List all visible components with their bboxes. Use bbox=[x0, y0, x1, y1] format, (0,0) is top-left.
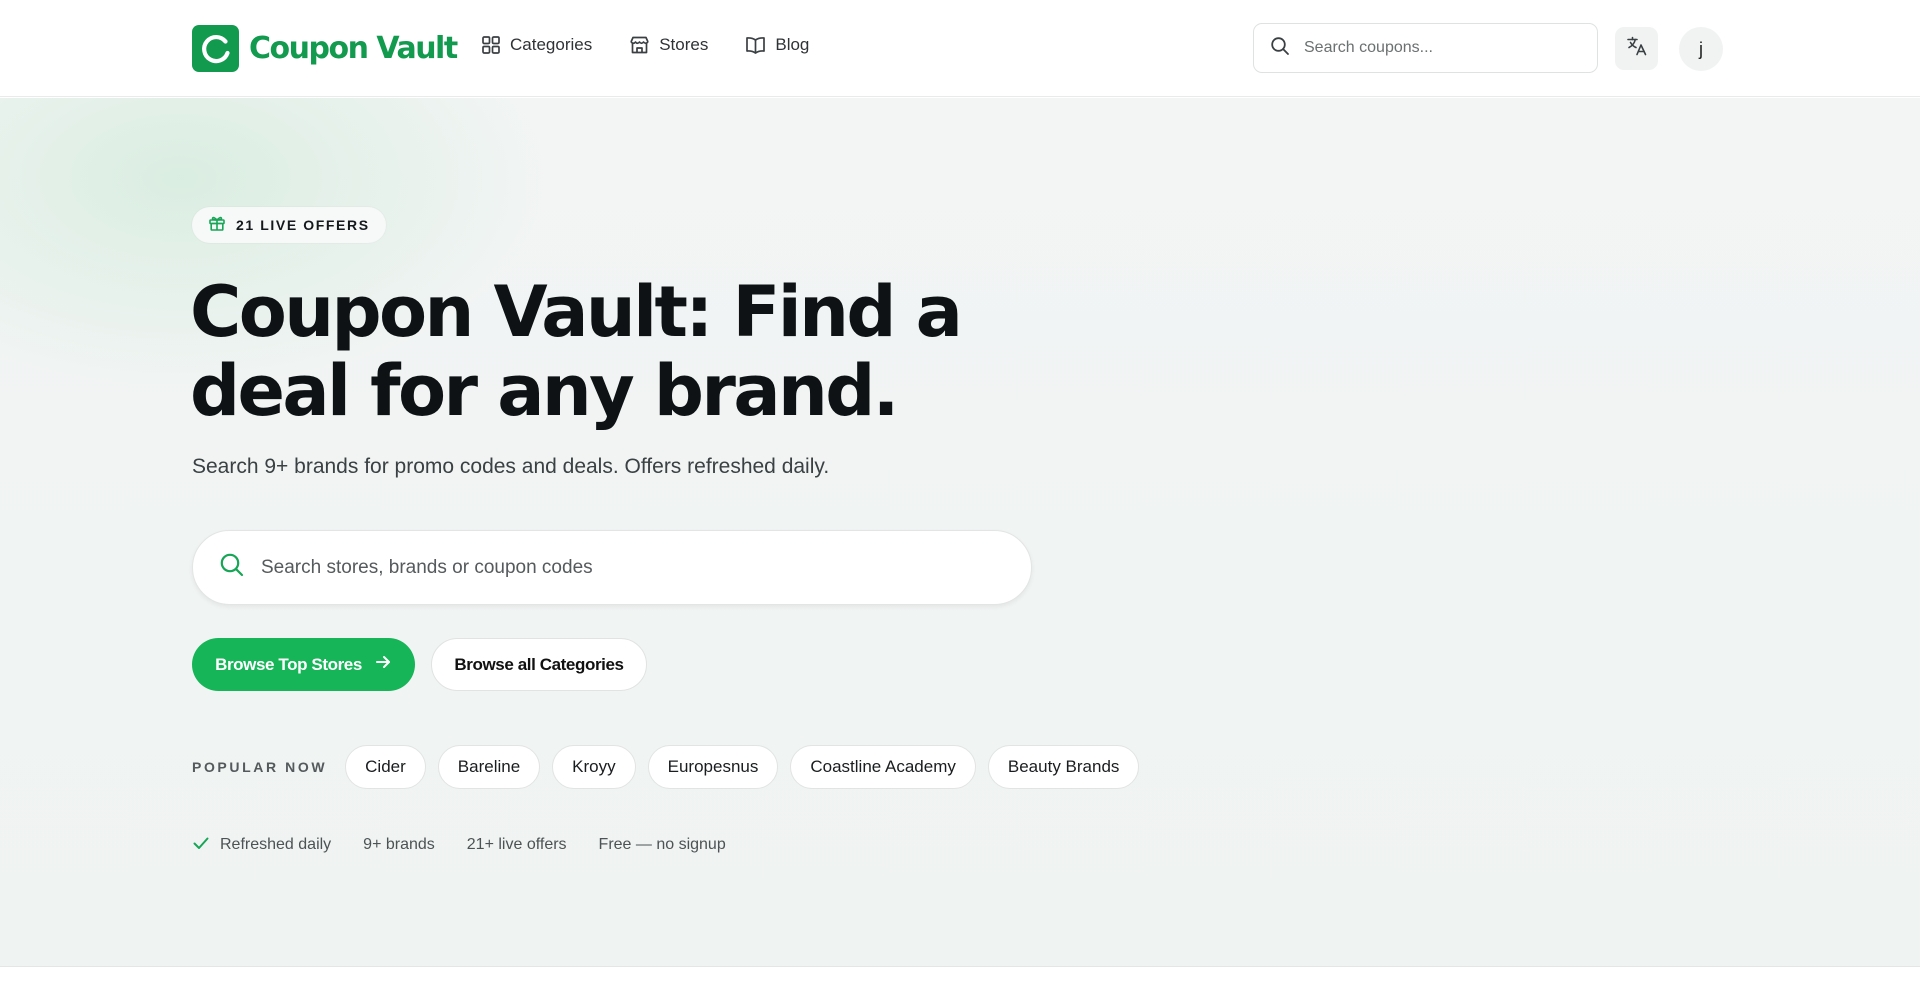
nav-label-stores: Stores bbox=[659, 35, 709, 54]
browse-all-categories-button[interactable]: Browse all Categories bbox=[431, 638, 647, 691]
user-avatar[interactable]: j bbox=[1679, 27, 1723, 71]
stat-free-no-signup: Free — no signup bbox=[598, 836, 726, 853]
hero-headline: Coupon Vault: Find a deal for any brand. bbox=[190, 271, 963, 432]
hero-subheadline: Search 9+ brands for promo codes and dea… bbox=[192, 455, 830, 478]
nav-label-blog: Blog bbox=[775, 35, 810, 54]
store-icon bbox=[629, 35, 650, 55]
header-search-input[interactable] bbox=[1304, 39, 1564, 57]
arrow-right-icon bbox=[374, 653, 392, 676]
popular-chip-europesnus[interactable]: Europesnus bbox=[647, 745, 779, 789]
gift-icon bbox=[208, 214, 226, 237]
book-icon bbox=[745, 35, 766, 55]
popular-chip-bareline[interactable]: Bareline bbox=[437, 745, 541, 789]
popular-now-label: POPULAR NOW bbox=[192, 759, 328, 775]
translate-icon bbox=[1626, 35, 1648, 62]
live-offers-text: 21 LIVE OFFERS bbox=[236, 217, 370, 233]
browse-top-stores-button[interactable]: Browse Top Stores bbox=[192, 638, 415, 691]
live-offers-badge: 21 LIVE OFFERS bbox=[192, 207, 386, 243]
top-navbar: Coupon Vault Categories Stores Blog Sear… bbox=[0, 0, 1920, 97]
stat-refreshed-daily: Refreshed daily bbox=[192, 834, 331, 857]
search-icon bbox=[219, 552, 245, 583]
trust-stats-row: Refreshed daily 9+ brands 21+ live offer… bbox=[192, 833, 726, 857]
language-button[interactable] bbox=[1615, 27, 1658, 70]
stat-brands-count: 9+ brands bbox=[363, 836, 435, 853]
nav-item-categories[interactable]: Categories bbox=[481, 35, 592, 55]
grid-icon bbox=[481, 35, 501, 55]
popular-now-row: POPULAR NOW Cider Bareline Kroyy Europes… bbox=[192, 745, 1140, 789]
hero-search-box[interactable] bbox=[192, 530, 1032, 605]
check-icon bbox=[192, 834, 210, 857]
avatar-initial: j bbox=[1699, 38, 1703, 59]
logo-icon bbox=[192, 25, 239, 72]
popular-chip-cider[interactable]: Cider bbox=[345, 745, 426, 789]
header-search-box[interactable] bbox=[1253, 23, 1598, 73]
search-icon bbox=[1270, 36, 1290, 61]
nav-item-stores[interactable]: Stores bbox=[629, 35, 708, 55]
stat-refreshed-daily-text: Refreshed daily bbox=[220, 836, 332, 853]
nav-label-categories: Categories bbox=[510, 35, 593, 54]
popular-chip-coastline-academy[interactable]: Coastline Academy bbox=[790, 745, 976, 789]
below-hero-area bbox=[0, 967, 1920, 989]
browse-top-stores-label: Browse Top Stores bbox=[215, 654, 362, 674]
nav-item-blog[interactable]: Blog bbox=[745, 35, 809, 55]
logo-link[interactable]: Coupon Vault bbox=[192, 25, 458, 72]
popular-chip-kroyy[interactable]: Kroyy bbox=[552, 745, 636, 789]
hero-search-input[interactable] bbox=[261, 556, 981, 579]
browse-all-categories-label: Browse all Categories bbox=[454, 654, 624, 674]
stat-live-offers: 21+ live offers bbox=[466, 836, 567, 853]
logo-text: Coupon Vault bbox=[249, 31, 458, 66]
main-nav: Categories Stores Blog bbox=[481, 35, 809, 55]
popular-chip-beauty-brands[interactable]: Beauty Brands bbox=[987, 745, 1140, 789]
